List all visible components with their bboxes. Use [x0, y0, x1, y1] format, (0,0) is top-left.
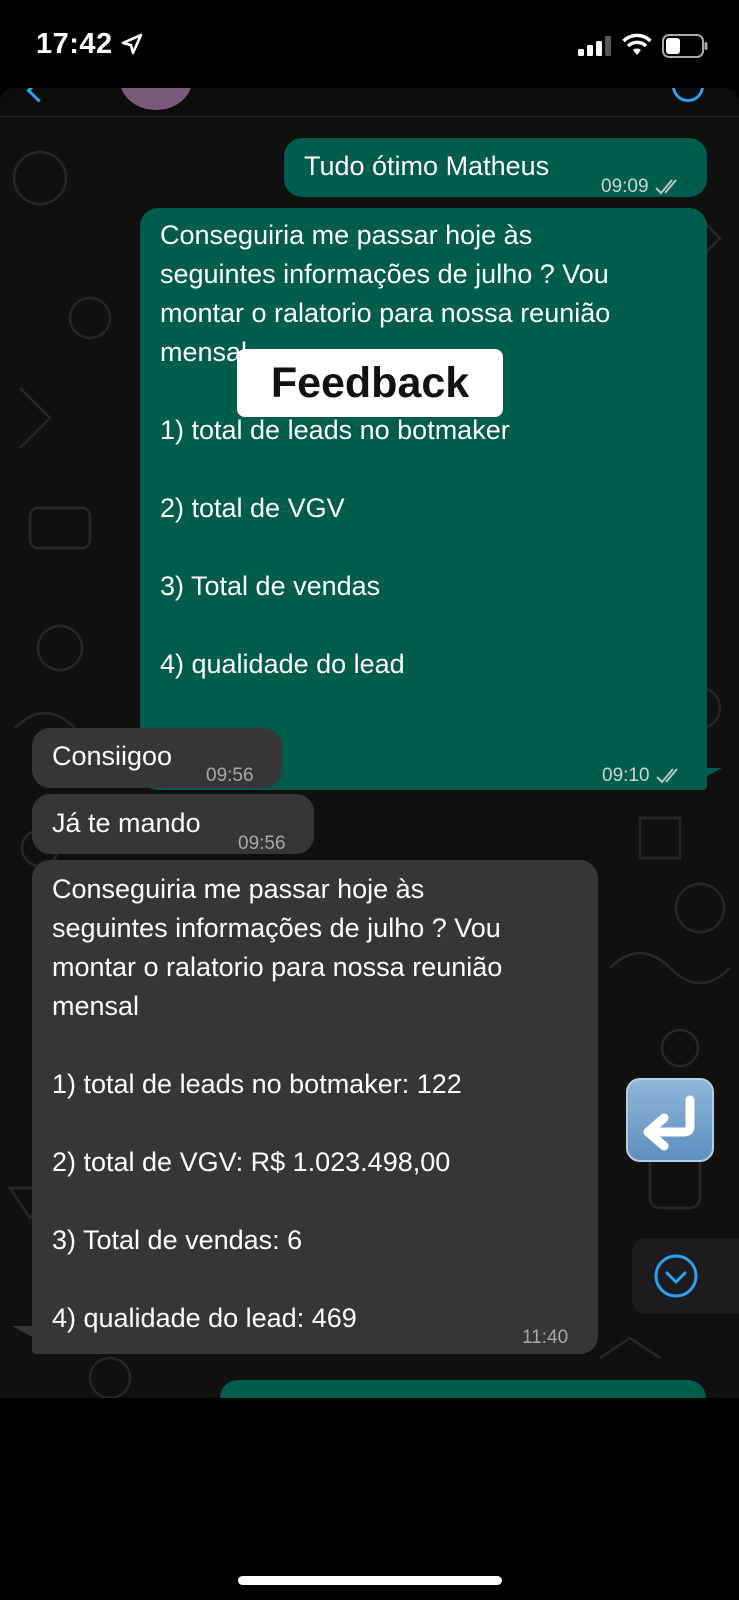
call-icon[interactable]	[672, 88, 704, 102]
message-time: 11:40	[522, 1327, 569, 1348]
home-indicator[interactable]	[238, 1576, 502, 1585]
status-time: 17:42	[36, 28, 113, 60]
message-text: Consiigoo	[52, 741, 173, 771]
message-incoming[interactable]: Conseguiria me passar hoje às seguintes …	[32, 860, 598, 1354]
wifi-icon	[622, 33, 652, 55]
reply-button[interactable]	[626, 1078, 714, 1162]
chat-header[interactable]	[0, 88, 739, 117]
status-bar: 17:42	[0, 0, 739, 88]
bubble-tail	[700, 768, 722, 780]
battery-icon	[662, 34, 708, 58]
message-text: Conseguiria me passar hoje às seguintes …	[52, 874, 503, 1333]
message-meta: 09:10	[602, 756, 682, 795]
location-arrow-icon	[121, 33, 143, 55]
message-outgoing[interactable]: Conseguiria me passar hoje às seguintes …	[140, 208, 707, 790]
message-time: 09:09	[601, 176, 649, 197]
message-outgoing-partial[interactable]	[220, 1380, 706, 1398]
message-text: Tudo ótimo Matheus	[304, 151, 550, 181]
message-time: 09:56	[206, 765, 254, 786]
bubble-tail	[12, 1326, 34, 1338]
return-arrow-icon	[643, 1095, 695, 1151]
scroll-to-bottom-button[interactable]	[632, 1238, 739, 1314]
message-text: Conseguiria me passar hoje às seguintes …	[160, 220, 611, 679]
message-time: 09:56	[238, 833, 286, 854]
message-text: Já te mando	[52, 808, 201, 838]
double-check-icon	[654, 178, 677, 194]
message-incoming[interactable]: Consiigoo 09:56	[32, 728, 282, 788]
message-time: 09:10	[602, 765, 650, 786]
message-incoming[interactable]: Já te mando 09:56	[32, 794, 314, 854]
back-chevron-icon[interactable]	[26, 88, 51, 103]
chat-area[interactable]: Tudo ótimo Matheus 09:09 Conseguiria me …	[0, 88, 739, 1398]
feedback-label: Feedback	[237, 349, 503, 417]
contact-avatar[interactable]	[120, 88, 192, 110]
message-outgoing[interactable]: Tudo ótimo Matheus 09:09	[284, 138, 707, 197]
cellular-signal-icon	[578, 36, 611, 56]
message-meta: 09:09	[601, 167, 681, 206]
double-check-icon	[655, 767, 678, 783]
chevron-down-icon	[654, 1254, 698, 1298]
